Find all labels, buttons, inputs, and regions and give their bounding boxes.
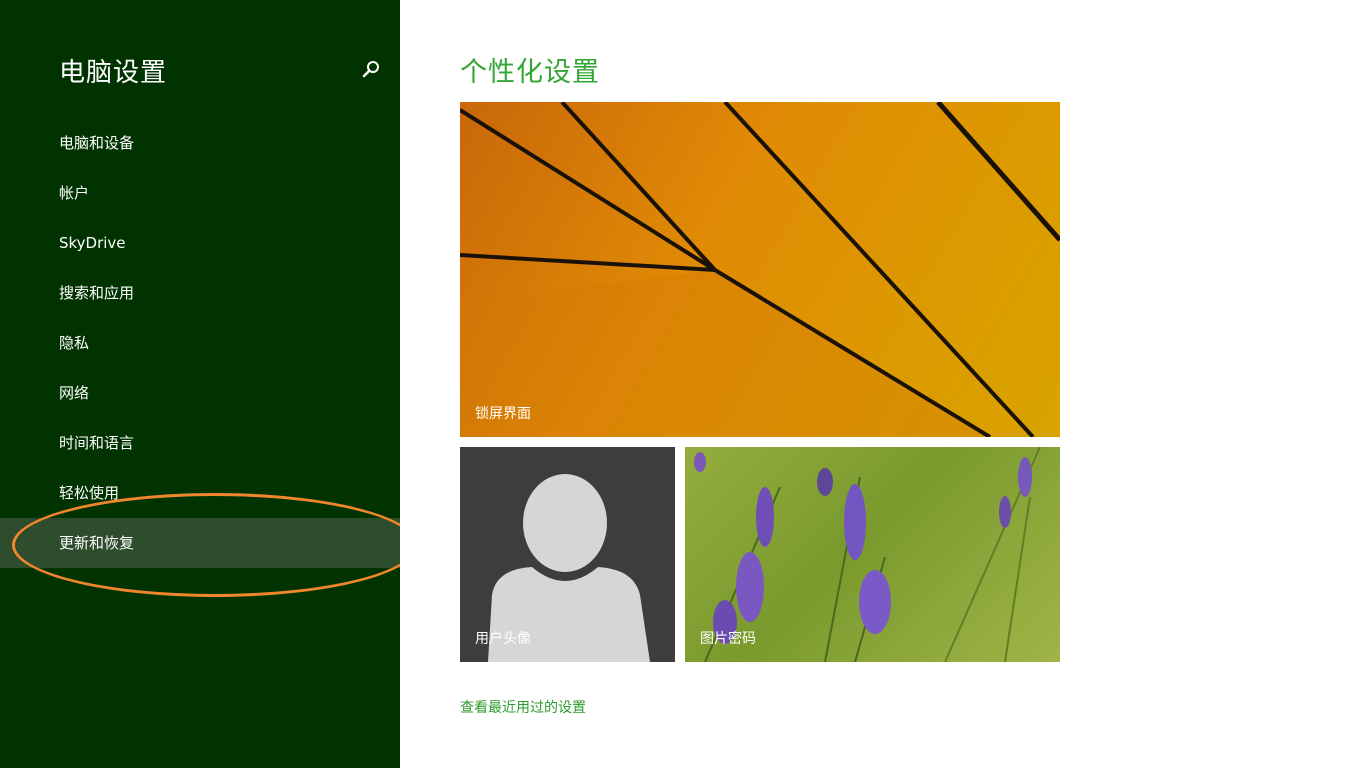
sidebar-item-ease-of-access[interactable]: 轻松使用 — [0, 468, 400, 518]
lock-screen-image — [460, 102, 1060, 437]
sidebar-item-search-and-apps[interactable]: 搜索和应用 — [0, 268, 400, 318]
sidebar-title: 电脑设置 — [59, 58, 168, 88]
sidebar: 电脑设置 电脑和设备 帐户 SkyDrive 搜索和应用 隐私 网络 时间和语言… — [0, 0, 400, 768]
search-icon — [362, 61, 379, 78]
recent-settings-link[interactable]: 查看最近用过的设置 — [460, 697, 586, 717]
picture-password-tile[interactable]: 图片密码 — [685, 447, 1060, 662]
sidebar-item-time-and-language[interactable]: 时间和语言 — [0, 418, 400, 468]
picture-password-label: 图片密码 — [700, 631, 756, 647]
page-title: 个性化设置 — [460, 57, 600, 88]
lock-screen-tile[interactable]: 锁屏界面 — [460, 102, 1060, 437]
sidebar-item-privacy[interactable]: 隐私 — [0, 318, 400, 368]
sidebar-item-pc-and-devices[interactable]: 电脑和设备 — [0, 118, 400, 168]
account-picture-tile[interactable]: 用户头像 — [460, 447, 675, 662]
main-content: 个性化设置 锁屏界面 用户头像 图片密码 查看最近用过的设置 — [400, 0, 1366, 768]
sidebar-item-accounts[interactable]: 帐户 — [0, 168, 400, 218]
sidebar-item-update-and-recovery[interactable]: 更新和恢复 — [0, 518, 400, 568]
sidebar-item-skydrive[interactable]: SkyDrive — [0, 218, 400, 268]
sidebar-item-network[interactable]: 网络 — [0, 368, 400, 418]
search-button[interactable] — [360, 58, 382, 80]
account-picture-label: 用户头像 — [475, 631, 531, 647]
lock-screen-label: 锁屏界面 — [475, 406, 531, 422]
nav-list: 电脑和设备 帐户 SkyDrive 搜索和应用 隐私 网络 时间和语言 轻松使用… — [0, 118, 400, 568]
